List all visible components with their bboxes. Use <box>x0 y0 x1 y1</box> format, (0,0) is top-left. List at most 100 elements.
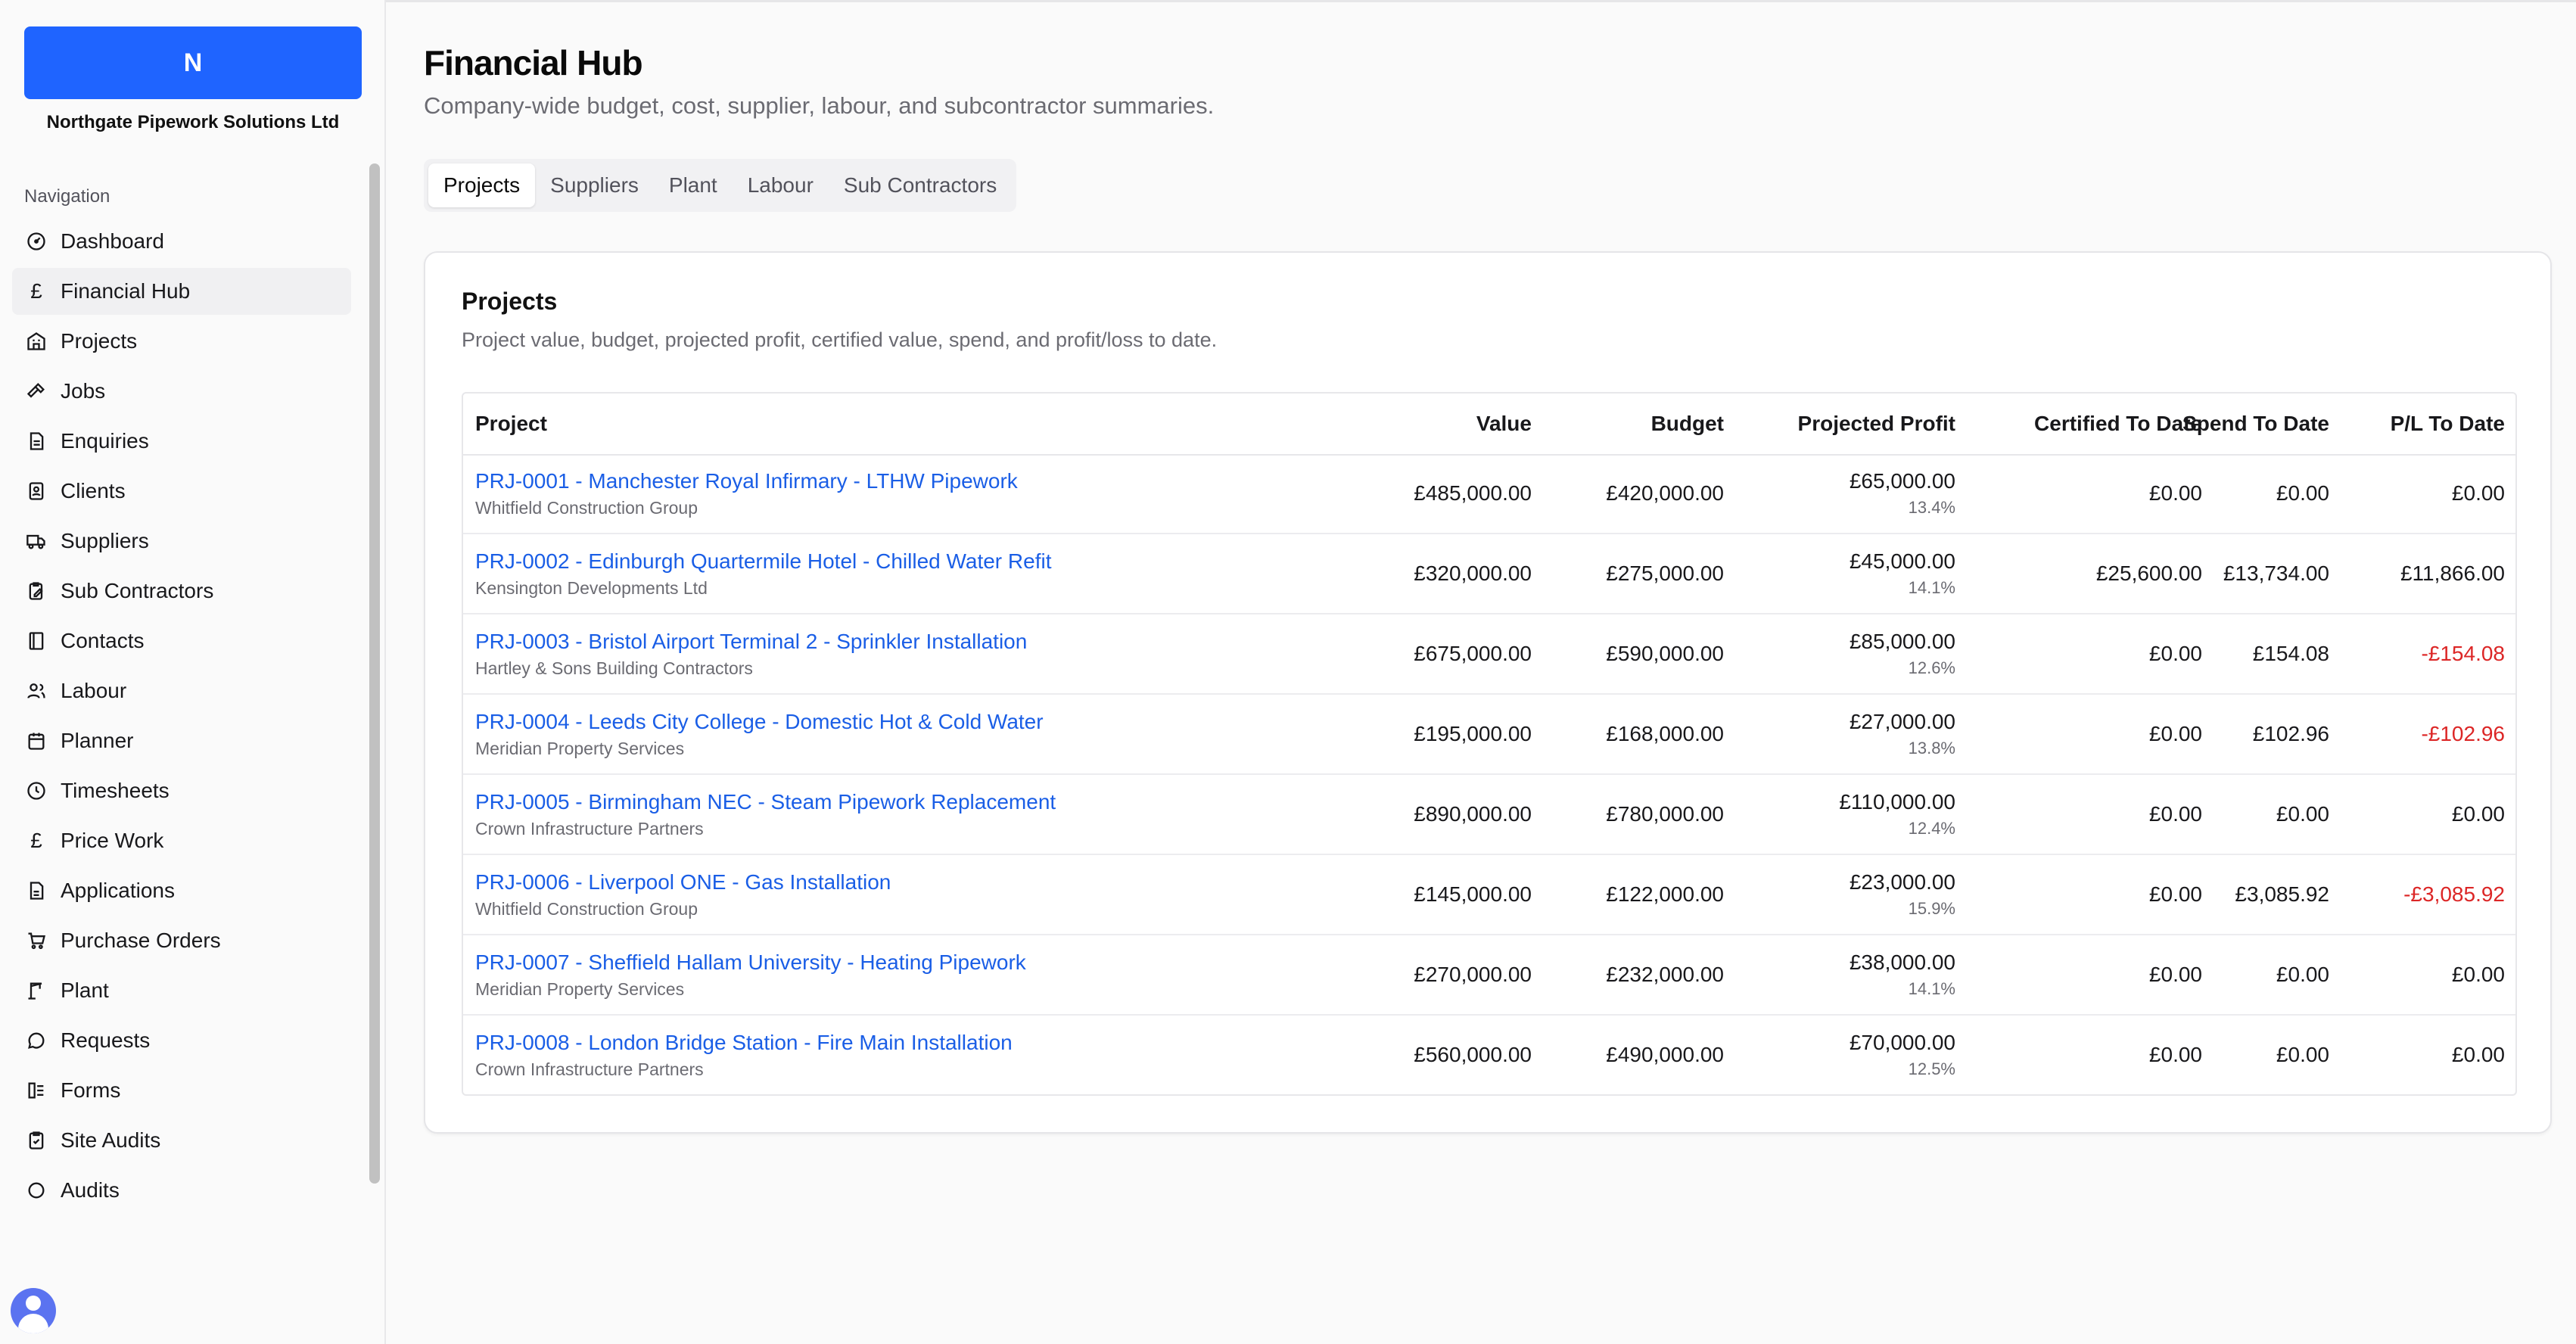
table-row[interactable]: PRJ-0003 - Bristol Airport Terminal 2 - … <box>463 614 2515 695</box>
user-avatar[interactable] <box>11 1288 56 1333</box>
project-link[interactable]: PRJ-0007 - Sheffield Hallam University -… <box>475 950 1026 975</box>
page-subtitle: Company-wide budget, cost, supplier, lab… <box>424 92 1215 119</box>
sidebar-item-plant[interactable]: Plant <box>12 967 351 1014</box>
value-cell: £560,000.00 <box>1414 1016 1532 1094</box>
sidebar-item-suppliers[interactable]: Suppliers <box>12 518 351 565</box>
project-link[interactable]: PRJ-0006 - Liverpool ONE - Gas Installat… <box>475 870 891 894</box>
calendar-icon <box>24 729 48 753</box>
value-amount: £270,000.00 <box>1414 963 1532 986</box>
tab-sub-contractors[interactable]: Sub Contractors <box>829 163 1012 207</box>
sidebar-item-planner[interactable]: Planner <box>12 717 351 764</box>
certified-cell: £0.00 <box>2149 935 2202 1014</box>
spend-cell: £0.00 <box>2276 775 2329 854</box>
project-link[interactable]: PRJ-0008 - London Bridge Station - Fire … <box>475 1031 1013 1055</box>
certified-cell: £0.00 <box>2149 1016 2202 1094</box>
projected-profit-cell: £27,000.00 13.8% <box>1850 695 1955 773</box>
column-header-project[interactable]: Project <box>475 394 547 454</box>
value-amount: £675,000.00 <box>1414 642 1532 665</box>
projected-profit-cell: £85,000.00 12.6% <box>1850 614 1955 693</box>
file-text-icon <box>24 429 48 453</box>
projected-profit-cell: £110,000.00 12.4% <box>1839 775 1955 854</box>
table-row[interactable]: PRJ-0001 - Manchester Royal Infirmary - … <box>463 454 2515 534</box>
value-amount: £195,000.00 <box>1414 722 1532 745</box>
value-amount: £890,000.00 <box>1414 802 1532 826</box>
sidebar-item-label: Contacts <box>61 629 145 652</box>
table-row[interactable]: PRJ-0002 - Edinburgh Quartermile Hotel -… <box>463 534 2515 614</box>
sidebar-item-labour[interactable]: Labour <box>12 667 351 714</box>
table-row[interactable]: PRJ-0008 - London Bridge Station - Fire … <box>463 1016 2515 1094</box>
sidebar-item-contacts[interactable]: Contacts <box>12 618 351 664</box>
table-row[interactable]: PRJ-0007 - Sheffield Hallam University -… <box>463 935 2515 1016</box>
tab-plant[interactable]: Plant <box>654 163 733 207</box>
sidebar-item-label: Site Audits <box>61 1128 161 1152</box>
sidebar-item-label: Plant <box>61 978 109 1002</box>
pl-cell: £0.00 <box>2452 775 2505 854</box>
value-cell: £320,000.00 <box>1414 534 1532 613</box>
budget-amount: £490,000.00 <box>1606 1043 1724 1066</box>
certified-cell: £0.00 <box>2149 855 2202 934</box>
sidebar-item-applications[interactable]: Applications <box>12 867 351 914</box>
project-link[interactable]: PRJ-0002 - Edinburgh Quartermile Hotel -… <box>475 549 1051 574</box>
budget-cell: £420,000.00 <box>1606 454 1724 533</box>
project-client: Crown Infrastructure Partners <box>475 818 704 838</box>
sidebar-item-projects[interactable]: Projects <box>12 318 351 365</box>
sidebar-item-clients[interactable]: Clients <box>12 468 351 515</box>
sidebar-item-requests[interactable]: Requests <box>12 1017 351 1064</box>
sidebar-item-purchase-orders[interactable]: Purchase Orders <box>12 917 351 964</box>
project-link[interactable]: PRJ-0004 - Leeds City College - Domestic… <box>475 710 1044 734</box>
sidebar-item-site-audits[interactable]: Site Audits <box>12 1117 351 1164</box>
column-header-pl-to-date[interactable]: P/L To Date <box>2391 394 2505 454</box>
sidebar-item-price-work[interactable]: £ Price Work <box>12 817 351 864</box>
projected-profit-percent: 15.9% <box>1908 899 1955 918</box>
sidebar-item-label: Applications <box>61 879 175 902</box>
spend-amount: £0.00 <box>2276 1043 2329 1066</box>
value-amount: £485,000.00 <box>1414 481 1532 505</box>
sidebar-item-sub-contractors[interactable]: Sub Contractors <box>12 568 351 614</box>
pound-icon: £ <box>30 829 42 852</box>
project-cell: PRJ-0004 - Leeds City College - Domestic… <box>475 695 1044 773</box>
budget-cell: £590,000.00 <box>1606 614 1724 693</box>
sidebar-item-label: Financial Hub <box>61 279 191 303</box>
tab-projects[interactable]: Projects <box>428 163 536 207</box>
org-logo-button[interactable]: N <box>24 26 362 99</box>
project-link[interactable]: PRJ-0005 - Birmingham NEC - Steam Pipewo… <box>475 790 1056 814</box>
column-header-budget[interactable]: Budget <box>1651 394 1724 454</box>
budget-amount: £420,000.00 <box>1606 481 1724 505</box>
pl-cell: -£102.96 <box>2421 695 2505 773</box>
sidebar-scrollbar[interactable] <box>369 163 380 1184</box>
spend-amount: £3,085.92 <box>2235 882 2329 906</box>
sidebar-item-financial-hub[interactable]: £ Financial Hub <box>12 268 351 315</box>
file-icon <box>24 879 48 903</box>
pound-icon: £ <box>30 279 42 303</box>
pl-amount: -£154.08 <box>2421 642 2505 665</box>
project-client: Whitfield Construction Group <box>475 898 698 919</box>
sidebar-item-dashboard[interactable]: Dashboard <box>12 218 351 265</box>
column-header-spend-to-date[interactable]: Spend To Date <box>2182 394 2329 454</box>
project-cell: PRJ-0005 - Birmingham NEC - Steam Pipewo… <box>475 775 1056 854</box>
page-title: Financial Hub <box>424 43 643 82</box>
tab-labour[interactable]: Labour <box>733 163 829 207</box>
project-cell: PRJ-0007 - Sheffield Hallam University -… <box>475 935 1026 1014</box>
table-row[interactable]: PRJ-0005 - Birmingham NEC - Steam Pipewo… <box>463 775 2515 855</box>
spend-cell: £154.08 <box>2253 614 2329 693</box>
sidebar-item-jobs[interactable]: Jobs <box>12 368 351 415</box>
spend-cell: £0.00 <box>2276 454 2329 533</box>
sidebar-item-timesheets[interactable]: Timesheets <box>12 767 351 814</box>
column-header-projected-profit[interactable]: Projected Profit <box>1798 394 1955 454</box>
spend-cell: £0.00 <box>2276 935 2329 1014</box>
pl-amount: -£102.96 <box>2421 722 2505 745</box>
column-header-value[interactable]: Value <box>1476 394 1532 454</box>
table-row[interactable]: PRJ-0004 - Leeds City College - Domestic… <box>463 695 2515 775</box>
project-link[interactable]: PRJ-0003 - Bristol Airport Terminal 2 - … <box>475 630 1027 654</box>
sidebar-item-enquiries[interactable]: Enquiries <box>12 418 351 465</box>
project-cell: PRJ-0003 - Bristol Airport Terminal 2 - … <box>475 614 1027 693</box>
sidebar-item-audits[interactable]: Audits <box>12 1167 351 1214</box>
sidebar-item-forms[interactable]: Forms <box>12 1067 351 1114</box>
project-link[interactable]: PRJ-0001 - Manchester Royal Infirmary - … <box>475 469 1018 493</box>
certified-cell: £0.00 <box>2149 695 2202 773</box>
column-header-certified-to-date[interactable]: Certified To Date <box>2034 394 2202 454</box>
value-cell: £890,000.00 <box>1414 775 1532 854</box>
projected-profit-percent: 14.1% <box>1908 979 1955 998</box>
tab-suppliers[interactable]: Suppliers <box>535 163 654 207</box>
table-row[interactable]: PRJ-0006 - Liverpool ONE - Gas Installat… <box>463 855 2515 935</box>
